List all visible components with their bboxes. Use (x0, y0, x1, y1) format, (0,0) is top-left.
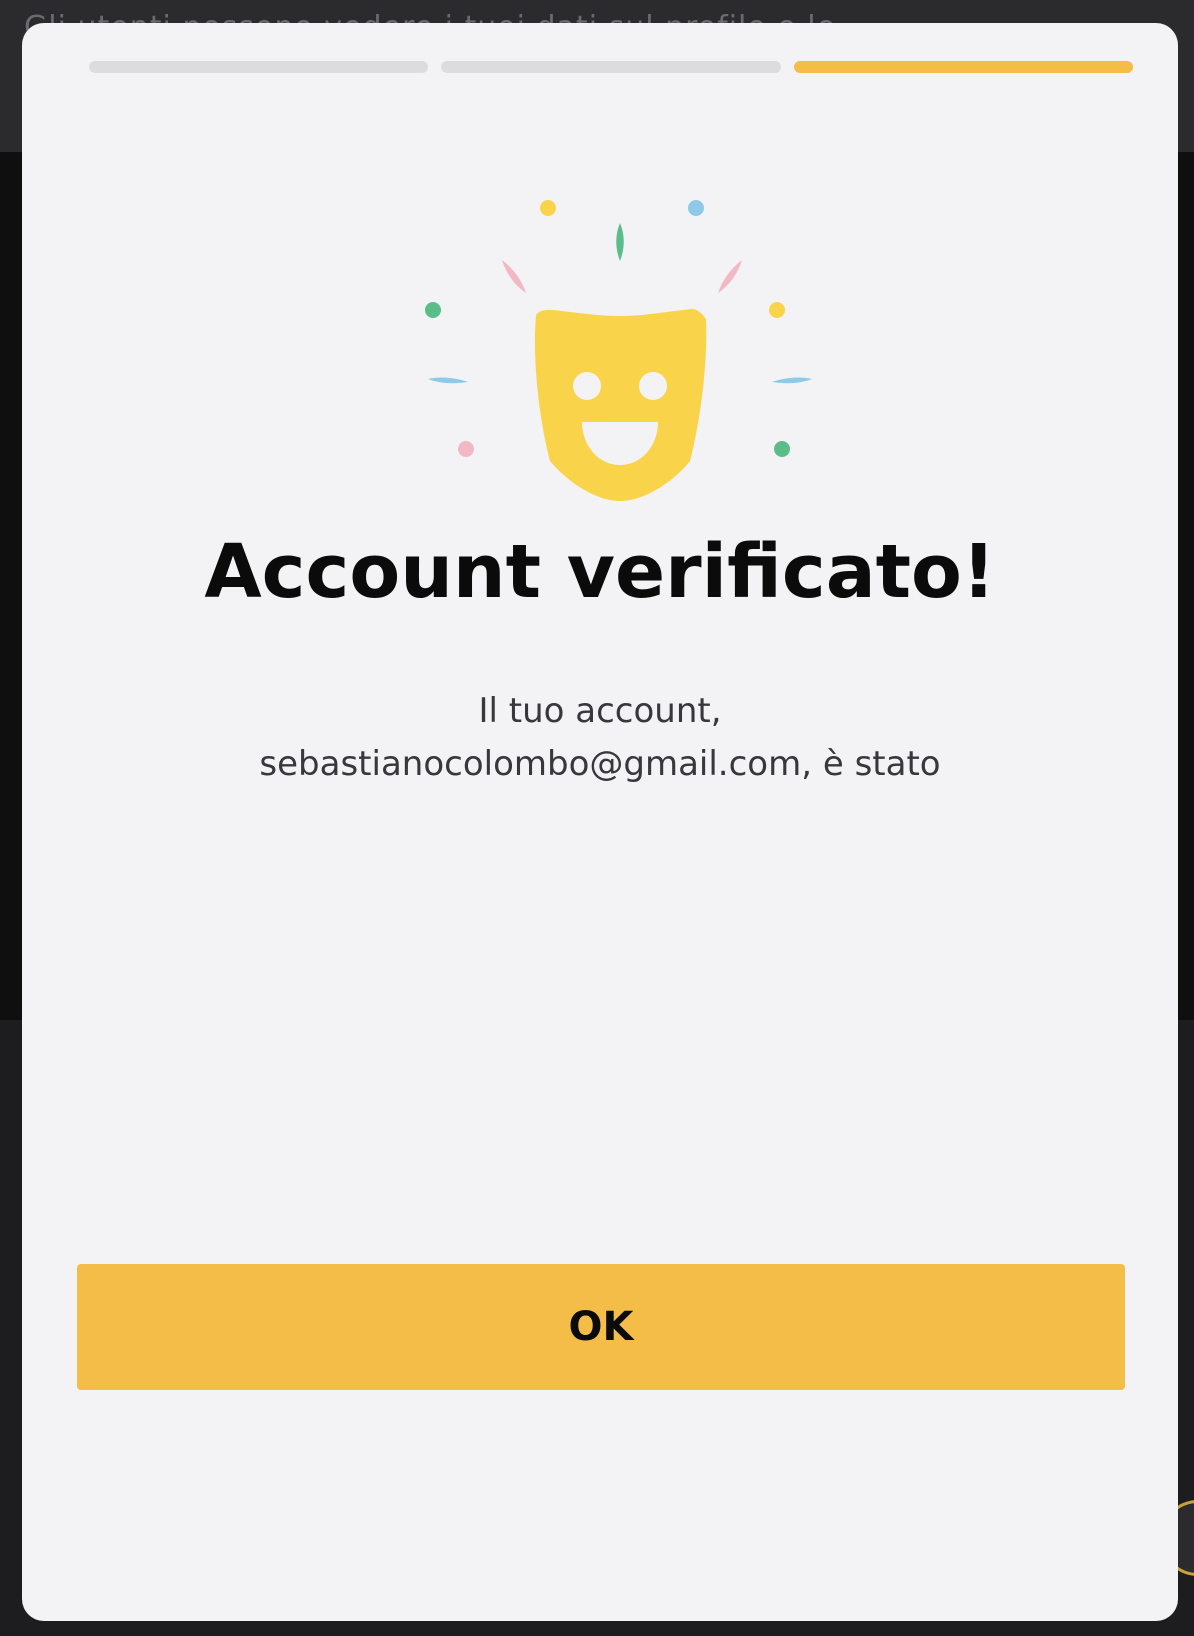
confetti-drop-icon (616, 223, 624, 261)
modal-message: Il tuo account, sebastianocolombo@gmail.… (82, 685, 1118, 791)
progress-step-1 (89, 61, 429, 73)
message-line-1: Il tuo account, (478, 691, 722, 731)
message-line-2: sebastianocolombo@gmail.com, è stato (259, 744, 941, 784)
confetti-dot-icon (425, 302, 441, 318)
mask-left-eye (573, 372, 601, 400)
confetti-drop-icon (772, 377, 812, 384)
progress-step-2 (441, 61, 781, 73)
verification-modal: Account verificato! Il tuo account, seba… (22, 23, 1178, 1621)
confetti-dot-icon (769, 302, 785, 318)
modal-title: Account verificato! (204, 529, 996, 615)
smiling-mask-icon (425, 200, 812, 501)
confetti-dot-icon (688, 200, 704, 216)
mask-face (534, 309, 707, 501)
progress-step-3 (793, 61, 1133, 73)
confetti-dot-icon (774, 441, 790, 457)
confetti-drop-icon (428, 377, 468, 384)
confetti-dot-icon (458, 441, 474, 457)
step-progress-bar (89, 61, 1133, 73)
confetti-drop-icon (502, 260, 526, 293)
ok-button[interactable]: OK (77, 1264, 1125, 1390)
confetti-dot-icon (540, 200, 556, 216)
mask-right-eye (639, 372, 667, 400)
confetti-drop-icon (718, 260, 742, 293)
